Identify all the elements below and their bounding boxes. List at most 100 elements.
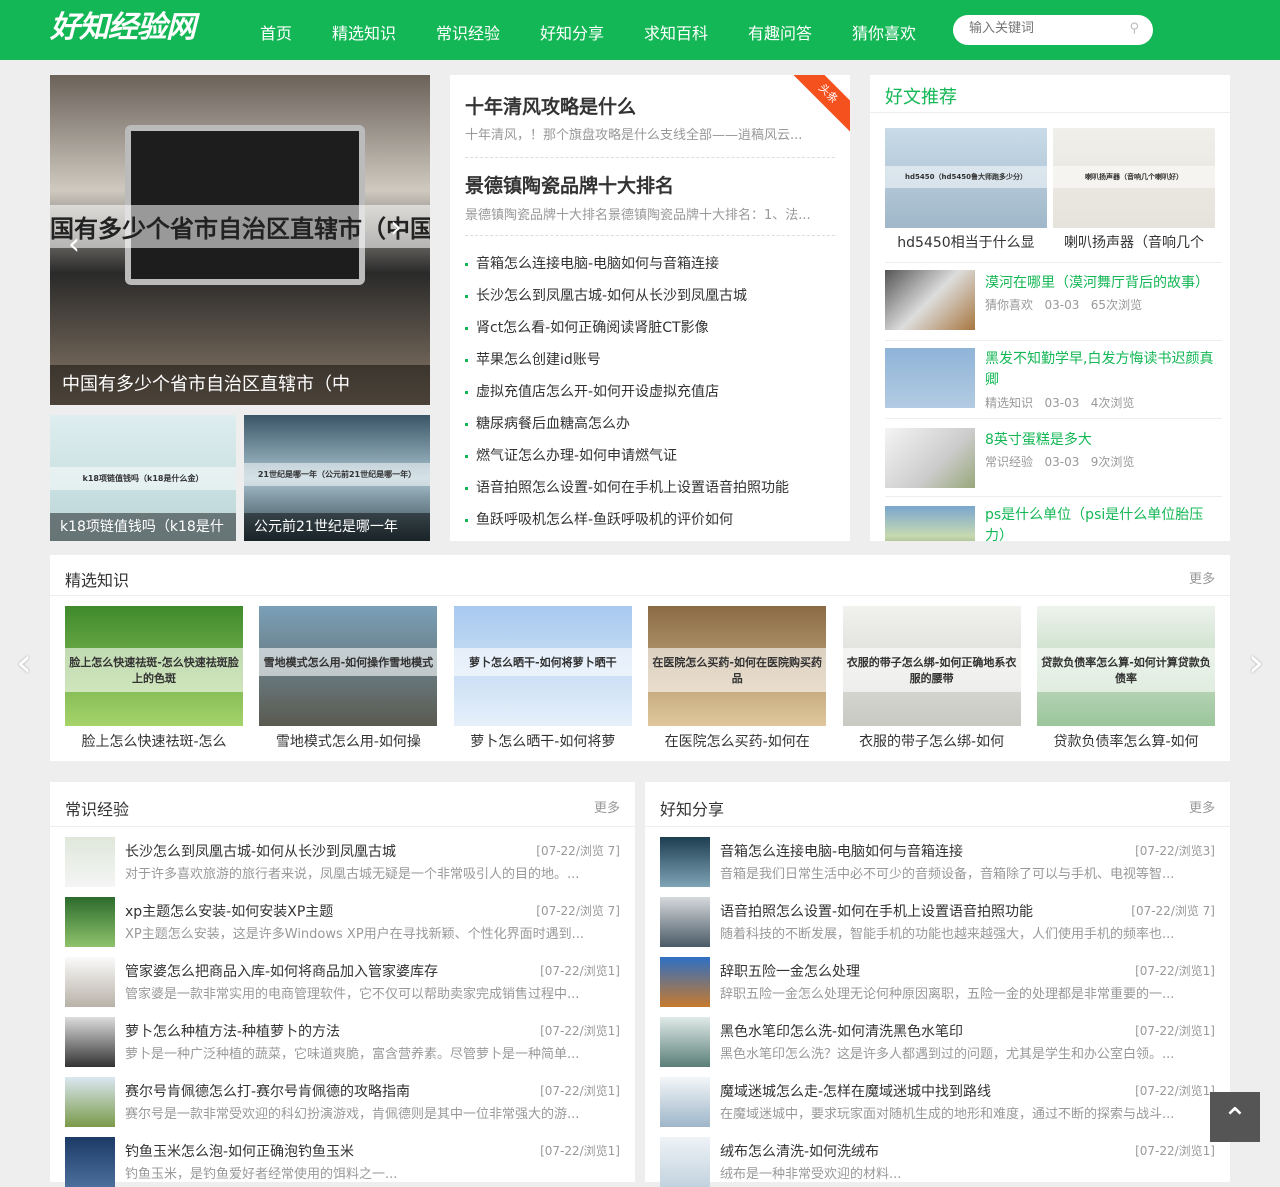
date: 03-03 bbox=[1044, 298, 1080, 312]
featured-image[interactable]: 脸上怎么快速祛斑-怎么快速祛斑脸上的色斑 bbox=[65, 606, 243, 726]
list-title[interactable]: 萝卜怎么种植方法-种植萝卜的方法 bbox=[125, 1021, 525, 1041]
list-thumb[interactable] bbox=[660, 1077, 710, 1127]
featured-caption[interactable]: 脸上怎么快速祛斑-怎么 bbox=[65, 731, 243, 751]
thumb-card[interactable]: k18项链值钱吗（k18是什么金） k18项链值钱吗（k18是什 bbox=[50, 415, 236, 541]
search-input[interactable] bbox=[969, 21, 1119, 36]
list-item[interactable]: 语音拍照怎么设置-如何在手机上设置语音拍照功能 bbox=[465, 477, 789, 497]
list-thumb[interactable] bbox=[660, 1017, 710, 1067]
list-title[interactable]: 钓鱼玉米怎么泡-如何正确泡钓鱼玉米 bbox=[125, 1141, 525, 1161]
recommend-item-title[interactable]: 黑发不知勤学早,白发方悔读书迟颜真卿 bbox=[985, 349, 1220, 391]
image-overlay: 脸上怎么快速祛斑-怎么快速祛斑脸上的色斑 bbox=[65, 648, 243, 692]
date: 03-03 bbox=[1044, 396, 1080, 410]
nav-encyclopedia[interactable]: 求知百科 bbox=[644, 20, 708, 44]
list-thumb[interactable] bbox=[65, 1137, 115, 1187]
site-logo[interactable]: 好知经验网 bbox=[50, 8, 210, 50]
recommend-thumb[interactable] bbox=[885, 270, 975, 330]
featured-image[interactable]: 萝卜怎么晒干-如何将萝卜晒干 bbox=[453, 606, 632, 726]
list-item[interactable]: 苹果怎么创建id账号 bbox=[465, 349, 601, 369]
headline-title[interactable]: 十年清风攻略是什么 bbox=[465, 92, 636, 119]
featured-caption[interactable]: 萝卜怎么晒干-如何将萝 bbox=[454, 731, 632, 751]
list-item[interactable]: 音箱怎么连接电脑-电脑如何与音箱连接 bbox=[465, 253, 719, 273]
list-meta: [07-22/浏览1] bbox=[540, 964, 620, 978]
recommend-grid-image[interactable]: 喇叭扬声器（音响几个喇叭好） bbox=[1053, 128, 1215, 228]
nav-qa[interactable]: 有趣问答 bbox=[748, 20, 812, 44]
list-thumb[interactable] bbox=[65, 897, 115, 947]
recommend-item-title[interactable]: 8英寸蛋糕是多大 bbox=[985, 429, 1092, 449]
nav-featured[interactable]: 精选知识 bbox=[332, 20, 396, 44]
list-title[interactable]: 长沙怎么到凤凰古城-如何从长沙到凤凰古城 bbox=[125, 841, 525, 861]
prev-arrow-icon[interactable]: ‹ bbox=[68, 227, 80, 262]
recommend-grid-caption[interactable]: hd5450相当于什么显 bbox=[885, 232, 1047, 252]
featured-image[interactable]: 雪地模式怎么用-如何操作雪地模式 bbox=[259, 606, 438, 726]
list-desc: 绒布是一种非常受欢迎的材料... bbox=[720, 1167, 902, 1182]
featured-caption[interactable]: 雪地模式怎么用-如何操 bbox=[259, 731, 437, 751]
list-item[interactable]: 虚拟充值店怎么开-如何开设虚拟充值店 bbox=[465, 381, 719, 401]
list-title[interactable]: 黑色水笔印怎么洗-如何清洗黑色水笔印 bbox=[720, 1021, 1120, 1041]
list-title[interactable]: 魔域迷城怎么走-怎样在魔域迷城中找到路线 bbox=[720, 1081, 1120, 1101]
list-thumb[interactable] bbox=[660, 897, 710, 947]
recommend-thumb[interactable] bbox=[885, 348, 975, 408]
list-item[interactable]: 糖尿病餐后血糖高怎么办 bbox=[465, 413, 630, 433]
headlines-panel: 头条 十年清风攻略是什么 十年清风，！那个旗盘攻略是什么支线全部——逍稿风云..… bbox=[450, 75, 850, 541]
list-thumb[interactable] bbox=[660, 837, 710, 887]
list-title[interactable]: 赛尔号肯佩德怎么打-赛尔号肯佩德的攻略指南 bbox=[125, 1081, 525, 1101]
recommend-grid-caption[interactable]: 喇叭扬声器（音响几个 bbox=[1053, 232, 1215, 252]
list-meta: [07-22/浏览1] bbox=[540, 1024, 620, 1038]
list-thumb[interactable] bbox=[660, 957, 710, 1007]
image-overlay: 雪地模式怎么用-如何操作雪地模式 bbox=[259, 648, 438, 676]
featured-image[interactable]: 贷款负债率怎么算-如何计算贷款负债率 bbox=[1037, 606, 1215, 726]
next-arrow-icon[interactable]: › bbox=[390, 210, 402, 245]
list-item[interactable]: 肾ct怎么看-如何正确阅读肾脏CT影像 bbox=[465, 317, 709, 337]
list-item[interactable]: 长沙怎么到凤凰古城-如何从长沙到凤凰古城 bbox=[465, 285, 747, 305]
list-item[interactable]: 鱼跃呼吸机怎么样-鱼跃呼吸机的评价如何 bbox=[465, 509, 733, 529]
list-thumb[interactable] bbox=[660, 1137, 710, 1187]
common-section: 常识经验 更多 长沙怎么到凤凰古城-如何从长沙到凤凰古城 [07-22/浏览 7… bbox=[50, 782, 635, 1187]
list-desc: 辞职五险一金怎么处理无论何种原因离职，五险一金的处理都是非常重要的一... bbox=[720, 987, 1175, 1002]
search-icon[interactable]: ⚲ bbox=[1129, 21, 1139, 36]
recommend-item-title[interactable]: ps是什么单位（psi是什么单位胎压力） bbox=[985, 505, 1220, 541]
nav-home[interactable]: 首页 bbox=[260, 20, 292, 44]
list-title[interactable]: 音箱怎么连接电脑-电脑如何与音箱连接 bbox=[720, 841, 1120, 861]
list-item[interactable]: 燃气证怎么办理-如何申请燃气证 bbox=[465, 445, 677, 465]
date: 03-03 bbox=[1044, 455, 1080, 469]
header: 好知经验网 首页 精选知识 常识经验 好知分享 求知百科 有趣问答 猜你喜欢 ⚲ bbox=[0, 0, 1280, 60]
featured-caption[interactable]: 在医院怎么买药-如何在 bbox=[648, 731, 826, 751]
recommend-thumb[interactable] bbox=[885, 506, 975, 541]
recommend-grid-image[interactable]: hd5450（hd5450鲁大师跑多少分） bbox=[885, 128, 1047, 228]
list-thumb[interactable] bbox=[65, 837, 115, 887]
more-link[interactable]: 更多 bbox=[1189, 797, 1215, 816]
featured-image[interactable]: 衣服的带子怎么绑-如何正确地系衣服的腰带 bbox=[842, 606, 1021, 726]
list-title[interactable]: 管家婆怎么把商品入库-如何将商品加入管家婆库存 bbox=[125, 961, 525, 981]
list-meta: [07-22/浏览1] bbox=[540, 1084, 620, 1098]
more-link[interactable]: 更多 bbox=[1189, 568, 1215, 587]
featured-image[interactable]: 在医院怎么买药-如何在医院购买药品 bbox=[648, 606, 827, 726]
nav-common[interactable]: 常识经验 bbox=[436, 20, 500, 44]
chevron-up-icon: ⌃ bbox=[1222, 1102, 1248, 1137]
list-thumb[interactable] bbox=[65, 1077, 115, 1127]
list-title[interactable]: 语音拍照怎么设置-如何在手机上设置语音拍照功能 bbox=[720, 901, 1120, 921]
thumb-card[interactable]: 21世纪是哪一年（公元前21世纪是哪一年） 公元前21世纪是哪一年 bbox=[244, 415, 430, 541]
more-link[interactable]: 更多 bbox=[594, 797, 620, 816]
list-title[interactable]: xp主题怎么安装-如何安装XP主题 bbox=[125, 901, 525, 921]
hero-slider[interactable]: 国有多少个省市自治区直辖市（中国有多少个省市） ‹ › 中国有多少个省市自治区直… bbox=[50, 75, 430, 405]
slide-caption[interactable]: 中国有多少个省市自治区直辖市（中 bbox=[50, 365, 430, 405]
headline-title[interactable]: 景德镇陶瓷品牌十大排名 bbox=[465, 171, 674, 198]
list-desc: 对于许多喜欢旅游的旅行者来说，凤凰古城无疑是一个非常吸引人的目的地。... bbox=[125, 867, 580, 882]
list-thumb[interactable] bbox=[65, 1017, 115, 1067]
carousel-prev-icon[interactable]: ‹ bbox=[16, 640, 32, 686]
carousel-next-icon[interactable]: › bbox=[1248, 640, 1264, 686]
recommend-item-title[interactable]: 漠河在哪里（漠河舞厅背后的故事） bbox=[985, 272, 1209, 292]
nav-share[interactable]: 好知分享 bbox=[540, 20, 604, 44]
views: 4次浏览 bbox=[1090, 396, 1135, 410]
featured-caption[interactable]: 贷款负债率怎么算-如何 bbox=[1037, 731, 1215, 751]
featured-caption[interactable]: 衣服的带子怎么绑-如何 bbox=[843, 731, 1021, 751]
list-title[interactable]: 绒布怎么清洗-如何洗绒布 bbox=[720, 1141, 1120, 1161]
category: 精选知识 bbox=[985, 396, 1034, 410]
featured-section: 精选知识 更多 脸上怎么快速祛斑-怎么快速祛斑脸上的色斑 脸上怎么快速祛斑-怎么… bbox=[50, 555, 1230, 761]
nav-guess[interactable]: 猜你喜欢 bbox=[852, 20, 916, 44]
recommend-thumb[interactable] bbox=[885, 428, 975, 488]
list-title[interactable]: 辞职五险一金怎么处理 bbox=[720, 961, 1120, 981]
list-thumb[interactable] bbox=[65, 957, 115, 1007]
category: 猜你喜欢 bbox=[985, 298, 1034, 312]
back-to-top-button[interactable]: ⌃ bbox=[1210, 1092, 1260, 1142]
